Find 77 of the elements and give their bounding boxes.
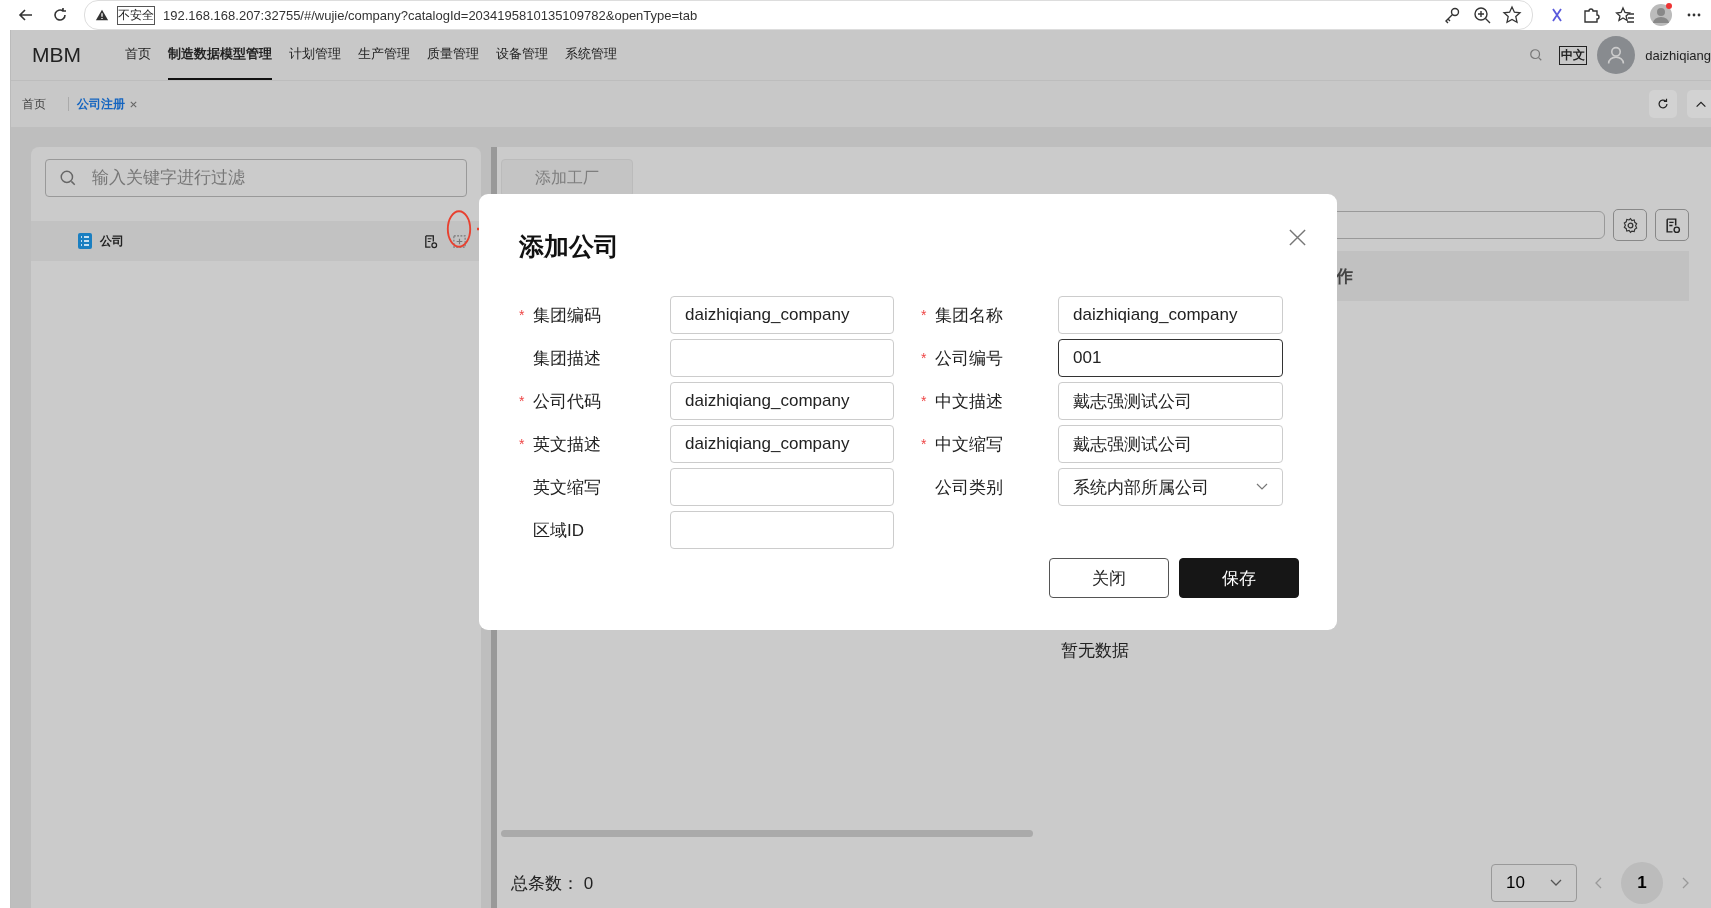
- page-tab[interactable]: 首页: [22, 95, 46, 113]
- field-label: 集团描述: [533, 347, 601, 370]
- puzzle-icon[interactable]: [1581, 5, 1601, 25]
- select-field[interactable]: 系统内部所属公司: [1058, 468, 1283, 506]
- empty-text: 暂无数据: [1061, 640, 1129, 662]
- annotation-circle: [445, 208, 473, 250]
- filter-field[interactable]: 输入关键字进行过滤: [45, 159, 467, 197]
- field-label: 集团编码: [533, 304, 601, 327]
- total-count: 总条数： 0: [511, 872, 594, 895]
- close-icon[interactable]: [129, 99, 138, 109]
- field-label: 集团名称: [935, 304, 1003, 327]
- gear-icon: [1621, 216, 1639, 234]
- input-field[interactable]: 001: [1058, 339, 1283, 377]
- chevron-down-icon: [1550, 879, 1562, 887]
- refresh-button[interactable]: [1649, 90, 1677, 118]
- add-icon[interactable]: [452, 233, 467, 249]
- favorites-icon[interactable]: [1615, 5, 1635, 25]
- field-label: 公司编号: [935, 347, 1003, 370]
- required-mark: *: [519, 436, 526, 452]
- app-logo: MBM: [32, 43, 81, 67]
- document-link-icon: [1663, 216, 1681, 234]
- warning-icon: [95, 8, 109, 22]
- input-field[interactable]: [670, 339, 894, 377]
- nav-item[interactable]: 系统管理: [565, 30, 617, 80]
- document-link-icon[interactable]: [423, 233, 438, 249]
- address-bar[interactable]: 不安全 192.168.168.207:32755/#/wujie/company?catalogId=2034195810135109782&openType=tab: [84, 0, 1533, 30]
- required-mark: *: [921, 436, 928, 452]
- page-size-select[interactable]: 10: [1491, 864, 1577, 902]
- input-field[interactable]: [670, 468, 894, 506]
- star-icon[interactable]: [1502, 5, 1522, 25]
- field-label: 公司代码: [533, 390, 601, 413]
- refresh-icon: [1656, 97, 1670, 111]
- nav-item[interactable]: 制造数据模型管理: [168, 30, 272, 80]
- field-label: 英文描述: [533, 433, 601, 456]
- export-button[interactable]: [1655, 209, 1689, 241]
- nav-item[interactable]: 首页: [125, 30, 151, 80]
- close-button[interactable]: 关闭: [1049, 558, 1169, 598]
- input-field[interactable]: 戴志强测试公司: [1058, 382, 1283, 420]
- nav-item[interactable]: 生产管理: [358, 30, 410, 80]
- page-button[interactable]: 1: [1621, 862, 1663, 904]
- list-icon: [78, 233, 92, 249]
- column-header: 作: [1336, 265, 1353, 288]
- required-mark: *: [921, 393, 928, 409]
- more-icon[interactable]: [1687, 13, 1701, 17]
- required-mark: *: [921, 307, 928, 323]
- close-icon[interactable]: [1288, 228, 1307, 247]
- save-button[interactable]: 保存: [1179, 558, 1299, 598]
- search-icon[interactable]: [1529, 48, 1544, 62]
- tree-item[interactable]: 公司: [31, 221, 481, 261]
- input-field[interactable]: daizhiqiang_company: [670, 296, 894, 334]
- profile-icon[interactable]: [1649, 3, 1673, 27]
- scrollbar-thumb[interactable]: [501, 830, 1033, 837]
- dialog-title: 添加公司: [519, 231, 619, 262]
- nav-item[interactable]: 设备管理: [496, 30, 548, 80]
- username: daizhiqiang: [1645, 47, 1711, 63]
- required-mark: *: [519, 307, 526, 323]
- search-icon: [59, 169, 77, 187]
- chevron-down-icon: [1256, 483, 1268, 491]
- field-label: 中文缩写: [935, 433, 1003, 456]
- nav-item[interactable]: 质量管理: [427, 30, 479, 80]
- collapse-button[interactable]: [1687, 90, 1711, 118]
- input-field[interactable]: [670, 511, 894, 549]
- nav-item[interactable]: 计划管理: [289, 30, 341, 80]
- settings-button[interactable]: [1613, 209, 1647, 241]
- required-mark: *: [519, 393, 526, 409]
- field-label: 中文描述: [935, 390, 1003, 413]
- field-label: 区域ID: [533, 519, 584, 542]
- zoom-icon[interactable]: [1472, 5, 1492, 25]
- input-field[interactable]: daizhiqiang_company: [1058, 296, 1283, 334]
- input-field[interactable]: 戴志强测试公司: [1058, 425, 1283, 463]
- language-button[interactable]: 中文: [1559, 45, 1588, 65]
- input-field[interactable]: daizhiqiang_company: [670, 425, 894, 463]
- required-mark: *: [921, 350, 928, 366]
- tree-label: 公司: [100, 232, 125, 250]
- field-label: 英文缩写: [533, 476, 601, 499]
- input-field[interactable]: daizhiqiang_company: [670, 382, 894, 420]
- field-label: 公司类别: [935, 476, 1003, 499]
